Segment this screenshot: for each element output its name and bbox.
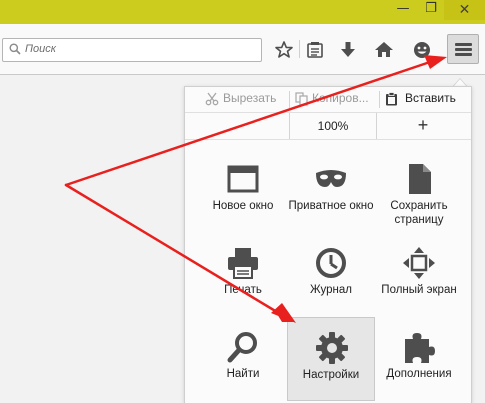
tile-label: Новое окно bbox=[212, 200, 274, 212]
scissors-icon bbox=[205, 92, 219, 106]
tile-label: Полный экран bbox=[381, 284, 457, 296]
reading-list-icon[interactable] bbox=[305, 40, 325, 60]
print-button[interactable]: Печать bbox=[199, 233, 287, 317]
edit-separator bbox=[379, 91, 380, 108]
tile-label: Приватное окно bbox=[288, 200, 374, 212]
tile-label: Журнал bbox=[310, 284, 352, 296]
tile-label: Сохранить страницу bbox=[390, 200, 448, 226]
tile-label: Настройки bbox=[302, 369, 360, 381]
tile-label: Дополнения bbox=[386, 368, 452, 380]
printer-icon bbox=[228, 248, 258, 279]
paste-button[interactable]: Вставить bbox=[385, 87, 465, 112]
puzzle-piece-icon bbox=[405, 333, 435, 363]
fullscreen-button[interactable]: Полный экран bbox=[375, 233, 463, 317]
tile-label: Печать bbox=[224, 284, 262, 296]
smiley-icon[interactable] bbox=[412, 40, 432, 60]
zoom-out-button[interactable] bbox=[205, 113, 289, 139]
copy-label: Копиров... bbox=[312, 91, 369, 105]
cut-label: Вырезать bbox=[223, 91, 277, 105]
navigation-toolbar bbox=[0, 24, 485, 75]
cut-button[interactable]: Вырезать bbox=[205, 87, 287, 112]
paste-label: Вставить bbox=[405, 91, 456, 105]
magnifier-icon bbox=[227, 332, 257, 363]
hamburger-menu-icon bbox=[455, 53, 472, 56]
toolbar-divider bbox=[299, 40, 300, 58]
edit-controls-row: Вырезать Копиров... Вставить bbox=[185, 87, 471, 113]
window-titlebar: — ❐ ✕ bbox=[0, 0, 485, 24]
minimize-icon: — bbox=[396, 1, 410, 16]
clock-icon bbox=[316, 248, 346, 278]
home-icon[interactable] bbox=[374, 40, 394, 60]
zoom-controls-row: 100% + bbox=[185, 113, 471, 140]
copy-icon bbox=[295, 92, 308, 106]
hamburger-menu-icon bbox=[455, 43, 472, 46]
minimize-button[interactable]: — bbox=[388, 0, 418, 20]
open-menu-button[interactable] bbox=[447, 34, 479, 64]
edit-separator bbox=[289, 91, 290, 108]
bookmark-star-icon[interactable] bbox=[274, 40, 294, 60]
find-button[interactable]: Найти bbox=[199, 317, 287, 401]
gear-icon bbox=[316, 332, 348, 364]
download-icon[interactable] bbox=[338, 40, 358, 60]
private-window-button[interactable]: Приватное окно bbox=[287, 149, 375, 233]
main-menu-panel: Вырезать Копиров... Вставить 100% + Ново… bbox=[184, 86, 472, 403]
tile-label: Найти bbox=[226, 368, 260, 380]
zoom-reset-button[interactable]: 100% bbox=[289, 113, 377, 139]
copy-button[interactable]: Копиров... bbox=[295, 87, 377, 112]
history-button[interactable]: Журнал bbox=[287, 233, 375, 317]
settings-button[interactable]: Настройки bbox=[287, 317, 375, 401]
search-input[interactable] bbox=[25, 40, 255, 58]
new-window-icon bbox=[227, 165, 259, 193]
maximize-button[interactable]: ❐ bbox=[418, 0, 444, 20]
search-icon bbox=[9, 43, 21, 55]
addons-button[interactable]: Дополнения bbox=[375, 317, 463, 401]
close-icon: ✕ bbox=[458, 2, 471, 18]
fullscreen-icon bbox=[403, 247, 435, 279]
mask-icon bbox=[316, 170, 346, 187]
close-window-button[interactable]: ✕ bbox=[444, 0, 485, 20]
zoom-in-button[interactable]: + bbox=[377, 113, 469, 139]
save-page-icon bbox=[409, 164, 431, 194]
save-page-button[interactable]: Сохранить страницу bbox=[375, 149, 463, 233]
restore-icon: ❐ bbox=[425, 1, 437, 16]
search-box[interactable] bbox=[2, 38, 262, 62]
hamburger-menu-icon bbox=[455, 48, 472, 51]
new-window-button[interactable]: Новое окно bbox=[199, 149, 287, 233]
clipboard-icon bbox=[386, 92, 397, 106]
